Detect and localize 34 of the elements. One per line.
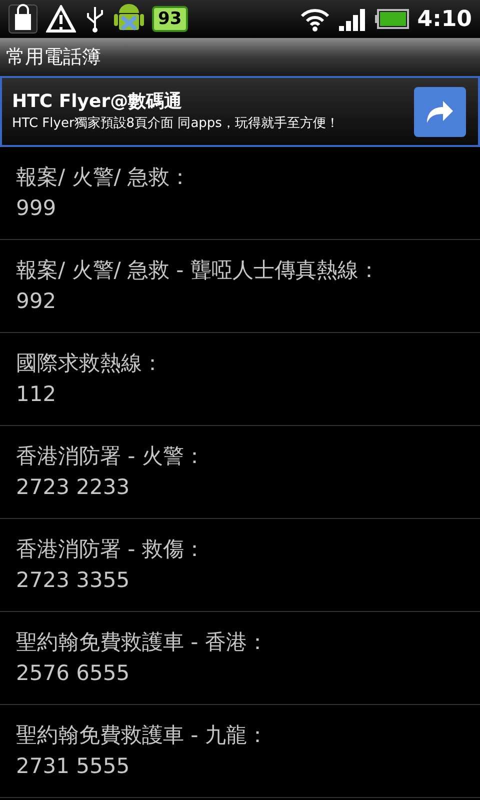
ad-headline: HTC Flyer@數碼通 [12,90,184,114]
wifi-icon [299,6,332,32]
battery-badge: 93 [152,6,188,32]
contact-name: 聖約翰免費救護車 - 九龍： [16,722,269,749]
contact-name: 報案/ 火警/ 急救： [16,164,192,191]
battery-icon [375,9,410,29]
ad-text: HTC Flyer獨家預設8頁介面 同apps，玩得就手至方便！ [12,114,340,132]
contact-name: 國際求救熱線： [16,350,164,377]
contact-name: 香港消防署 - 救傷： [16,536,206,563]
contact-number: 2576 6555 [16,660,131,687]
contact-name: 香港消防署 - 火警： [16,443,206,470]
contact-row[interactable]: 報案/ 火警/ 急救： 999 [0,147,480,240]
clock-time: 4:10 [417,6,472,34]
signal-icon [339,7,368,31]
contact-row[interactable]: 香港消防署 - 救傷： 2723 3355 [0,519,480,612]
usb-icon [84,5,106,33]
contact-number: 112 [16,381,58,408]
contact-name: 聖約翰免費救護車 - 香港： [16,629,269,656]
contact-row[interactable]: 聖約翰免費救護車 - 九龍： 2731 5555 [0,705,480,798]
window-title: 常用電話簿 [6,44,101,70]
contact-row[interactable]: 報案/ 火警/ 急救 - 聾啞人士傳真熱線： 992 [0,240,480,333]
contact-number: 999 [16,195,58,222]
contact-number: 2731 5555 [16,753,131,780]
forward-arrow-icon [425,98,455,124]
contact-name: 報案/ 火警/ 急救 - 聾啞人士傳真熱線： [16,257,380,284]
contact-row[interactable]: 國際求救熱線： 112 [0,333,480,426]
warning-icon [46,5,76,33]
contact-row[interactable]: 聖約翰免費救護車 - 香港： 2576 6555 [0,612,480,705]
ad-banner[interactable]: HTC Flyer@數碼通 HTC Flyer獨家預設8頁介面 同apps，玩得就手至方便！ [0,76,480,147]
contact-number: 2723 2233 [16,474,131,501]
share-button[interactable] [414,86,466,136]
contact-row[interactable]: 香港消防署 - 火警： 2723 2233 [0,426,480,519]
contact-number: 992 [16,288,58,315]
contact-number: 2723 3355 [16,567,131,594]
